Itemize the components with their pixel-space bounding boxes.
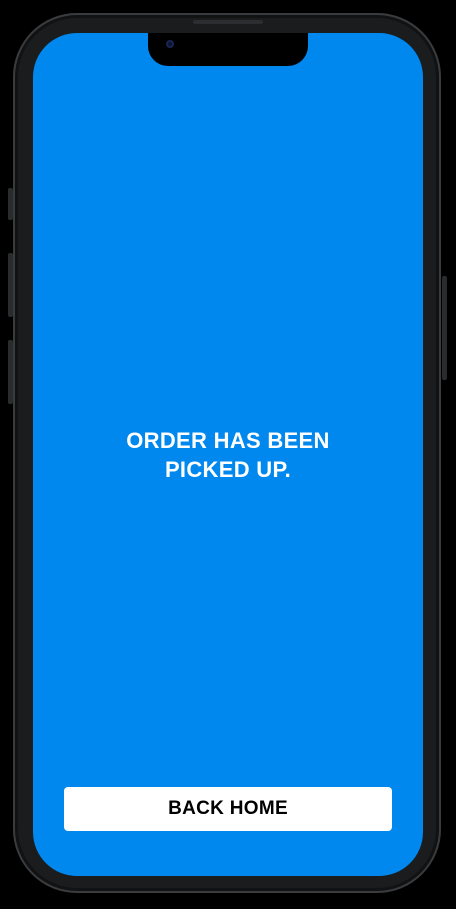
front-camera-icon [166,40,174,48]
order-status-message: ORDER HAS BEEN PICKED UP. [33,426,423,484]
notch [148,33,308,66]
power-button [442,276,447,380]
app-screen: ORDER HAS BEEN PICKED UP. BACK HOME [33,33,423,876]
order-status-line-1: ORDER HAS BEEN [126,428,330,453]
order-status-line-2: PICKED UP. [164,457,292,482]
back-home-button[interactable]: BACK HOME [64,787,392,831]
speaker-grille [193,20,263,24]
